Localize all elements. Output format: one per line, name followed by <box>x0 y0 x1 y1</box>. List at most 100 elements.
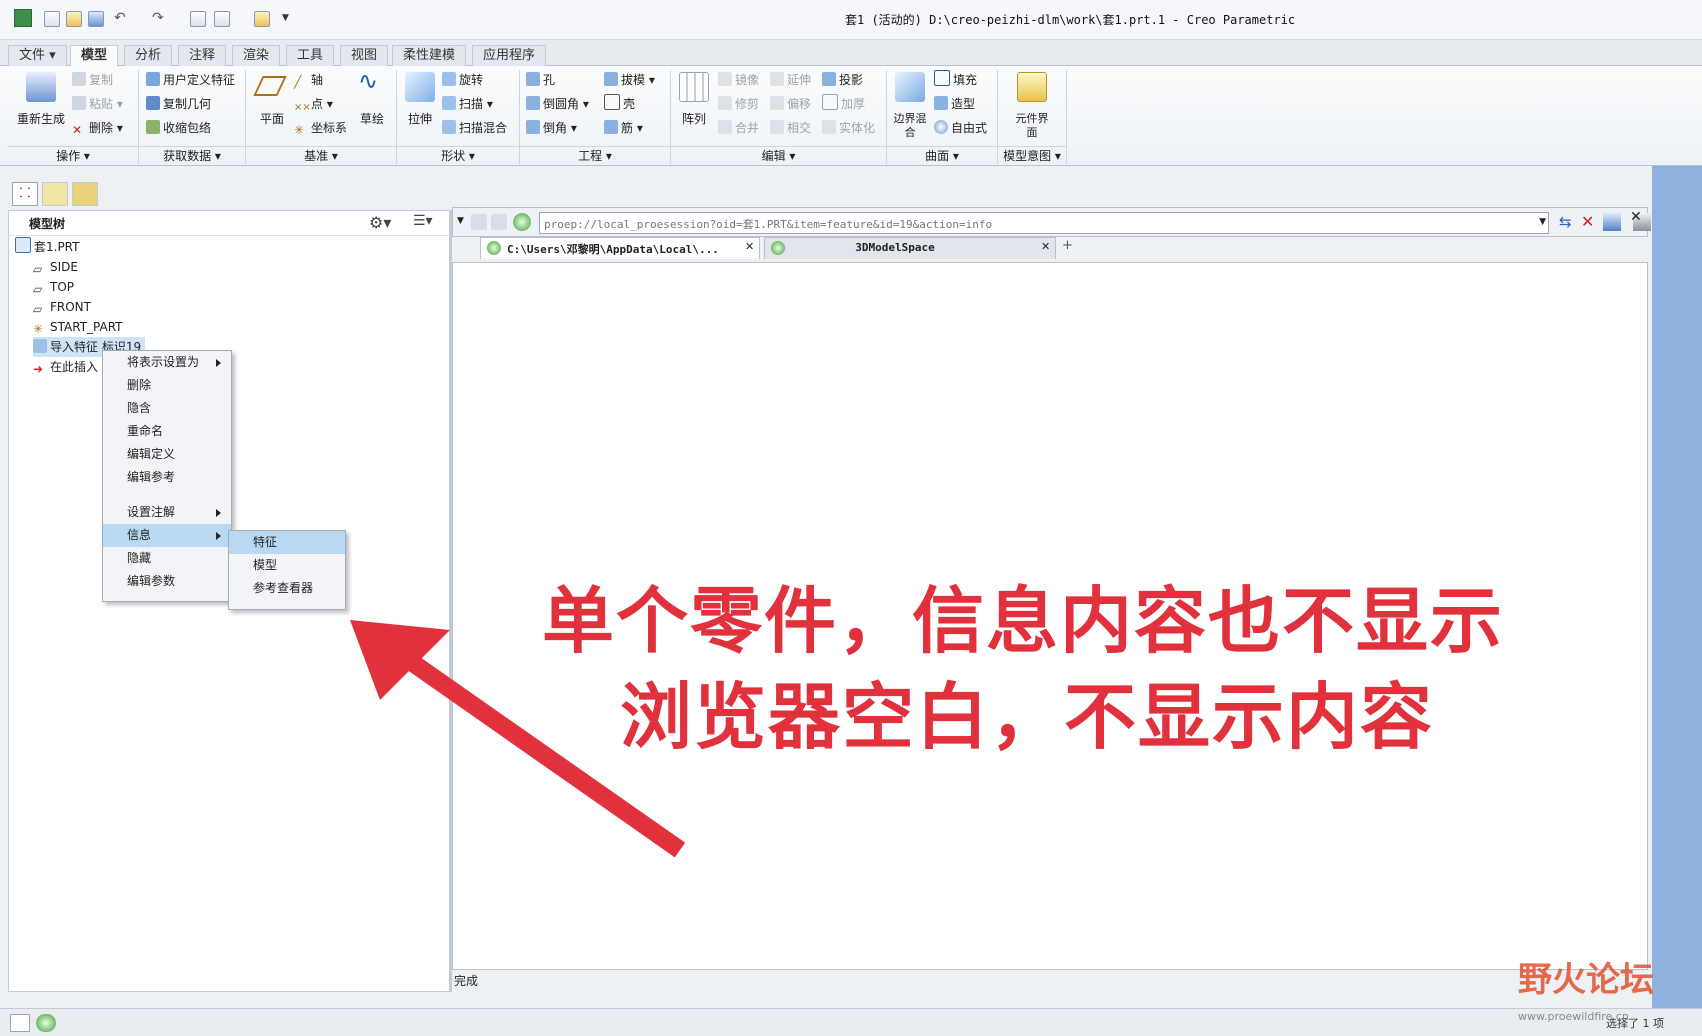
tab-model[interactable]: 模型 <box>70 45 119 67</box>
tab-analysis[interactable]: 分析 <box>124 45 173 66</box>
forward-icon[interactable] <box>491 214 507 230</box>
go-icon[interactable]: ⇆ <box>1559 213 1572 231</box>
trim-button[interactable]: 修剪 <box>718 94 759 114</box>
paste-button[interactable]: 粘贴 ▾ <box>72 94 123 114</box>
chamfer-button[interactable]: 倒角 ▾ <box>526 118 577 138</box>
close-tab-icon[interactable]: ✕ <box>1041 240 1050 253</box>
save-icon[interactable] <box>88 11 104 27</box>
close-window-icon[interactable] <box>254 11 270 27</box>
tab-view[interactable]: 视图 <box>340 45 389 66</box>
menu-item-rename[interactable]: 重命名 <box>103 420 231 443</box>
windows-icon[interactable] <box>214 11 230 27</box>
folder-browser-tab-icon[interactable] <box>72 182 98 206</box>
tree-item-insert-here[interactable]: ➜ 在此插入 <box>33 357 98 377</box>
open-folder-icon[interactable] <box>66 11 82 27</box>
browser-tab-2[interactable]: 3DModelSpace ✕ <box>764 237 1056 259</box>
submenu-item-feature[interactable]: 特征 <box>229 531 345 554</box>
group-model-intent[interactable]: 模型意图 ▾ <box>998 146 1066 164</box>
home-icon[interactable] <box>1603 213 1621 231</box>
tree-settings-icon[interactable]: ⚙▾ <box>369 213 391 232</box>
group-datum[interactable]: 基准 ▾ <box>246 146 396 164</box>
menu-item-hide[interactable]: 隐藏 <box>103 547 231 570</box>
intersect-button[interactable]: 相交 <box>770 118 811 138</box>
menu-item-set-representation[interactable]: 将表示设置为 <box>103 351 231 374</box>
mirror-button[interactable]: 镜像 <box>718 70 759 90</box>
revolve-button[interactable]: 旋转 <box>442 70 483 90</box>
sweep-button[interactable]: 扫描 ▾ <box>442 94 493 114</box>
stop-icon[interactable]: ✕ <box>1581 212 1594 231</box>
menu-item-set-annotation[interactable]: 设置注解 <box>103 501 231 524</box>
quick-access-dropdown-icon[interactable]: ▼ <box>282 13 289 23</box>
new-tab-icon[interactable]: + <box>1062 238 1073 253</box>
back-icon[interactable] <box>471 214 487 230</box>
copy-geometry-button[interactable]: 复制几何 <box>146 94 211 114</box>
group-surfaces[interactable]: 曲面 ▾ <box>887 146 997 164</box>
project-button[interactable]: 投影 <box>822 70 863 90</box>
menu-item-suppress[interactable]: 隐含 <box>103 397 231 420</box>
address-dropdown-icon[interactable]: ▼ <box>1539 217 1546 227</box>
show-browser-icon[interactable] <box>36 1014 56 1032</box>
import-feature-icon <box>33 339 47 353</box>
refresh-icon[interactable] <box>513 213 531 231</box>
redo-icon[interactable]: ↷ <box>152 10 164 26</box>
delete-button[interactable]: ✕ 删除 ▾ <box>72 118 123 138</box>
tab-tools[interactable]: 工具 <box>286 45 335 66</box>
tab-applications[interactable]: 应用程序 <box>472 45 547 66</box>
rib-button[interactable]: 筋 ▾ <box>604 118 643 138</box>
thicken-button[interactable]: 加厚 <box>822 94 865 114</box>
tree-item-top[interactable]: ▱ TOP <box>33 277 74 297</box>
group-editing[interactable]: 编辑 ▾ <box>671 146 886 164</box>
browser-tab-1[interactable]: C:\Users\邓黎明\AppData\Local\... ✕ <box>480 237 760 259</box>
tree-columns-icon[interactable]: ☰▾ <box>413 213 433 229</box>
style-button[interactable]: 造型 <box>934 94 975 114</box>
extend-button[interactable]: 延伸 <box>770 70 811 90</box>
submenu-item-model[interactable]: 模型 <box>229 554 345 577</box>
freestyle-button[interactable]: 自由式 <box>934 118 987 138</box>
tree-item-part[interactable]: 套1.PRT <box>15 237 79 257</box>
tab-file[interactable]: 文件 ▾ <box>8 45 67 66</box>
fill-button[interactable]: 填充 <box>934 70 977 90</box>
offset-button[interactable]: 偏移 <box>770 94 811 114</box>
address-bar[interactable]: proep://local_proesession?oid=套1.PRT&ite… <box>539 212 1549 234</box>
shell-button[interactable]: 壳 <box>604 94 635 114</box>
hole-label: 孔 <box>543 73 556 87</box>
group-operations[interactable]: 操作 ▾ <box>8 146 138 164</box>
layers-tab-icon[interactable] <box>42 182 68 206</box>
shrinkwrap-button[interactable]: 收缩包络 <box>146 118 211 138</box>
group-shapes[interactable]: 形状 ▾ <box>397 146 519 164</box>
menu-item-edit-definition[interactable]: 编辑定义 <box>103 443 231 466</box>
undo-icon[interactable]: ↶ <box>114 10 126 26</box>
show-tree-icon[interactable] <box>10 1014 30 1032</box>
tree-item-front[interactable]: ▱ FRONT <box>33 297 91 317</box>
swept-blend-button[interactable]: 扫描混合 <box>442 118 507 138</box>
solidify-button[interactable]: 实体化 <box>822 118 875 138</box>
group-get-data[interactable]: 获取数据 ▾ <box>139 146 245 164</box>
menu-item-edit-references[interactable]: 编辑参考 <box>103 466 231 489</box>
round-button[interactable]: 倒圆角 ▾ <box>526 94 589 114</box>
tab-render[interactable]: 渲染 <box>232 45 281 66</box>
tree-item-side[interactable]: ▱ SIDE <box>33 257 78 277</box>
axis-button[interactable]: ╱ 轴 <box>294 70 323 90</box>
menu-item-delete[interactable]: 删除 <box>103 374 231 397</box>
menu-item-information[interactable]: 信息 <box>103 524 231 547</box>
copy-button[interactable]: 复制 <box>72 70 113 90</box>
hole-button[interactable]: 孔 <box>526 70 555 90</box>
close-browser-icon[interactable]: ✕ <box>1630 209 1642 225</box>
group-engineering[interactable]: 工程 ▾ <box>520 146 670 164</box>
group-engineering-label: 工程 <box>578 149 603 163</box>
menu-item-edit-parameters[interactable]: 编辑参数 <box>103 570 231 593</box>
udf-button[interactable]: 用户定义特征 <box>146 70 235 90</box>
new-file-icon[interactable] <box>44 11 60 27</box>
draft-button[interactable]: 拔模 ▾ <box>604 70 655 90</box>
tab-flexible-modeling[interactable]: 柔性建模 <box>392 45 467 66</box>
regenerate-quick-icon[interactable] <box>190 11 206 27</box>
csys-button[interactable]: ✳ 坐标系 <box>294 118 347 138</box>
tab-annotate[interactable]: 注释 <box>178 45 227 66</box>
browser-menu-dropdown-icon[interactable]: ▼ <box>457 216 464 226</box>
point-button[interactable]: ××点 ▾ <box>294 94 333 114</box>
tree-item-start-part[interactable]: ✳ START_PART <box>33 317 123 337</box>
close-tab-icon[interactable]: ✕ <box>745 240 754 253</box>
merge-button[interactable]: 合并 <box>718 118 759 138</box>
submenu-item-reference-viewer[interactable]: 参考查看器 <box>229 577 345 600</box>
model-tree-tab-icon[interactable]: ⸬ <box>12 182 38 206</box>
